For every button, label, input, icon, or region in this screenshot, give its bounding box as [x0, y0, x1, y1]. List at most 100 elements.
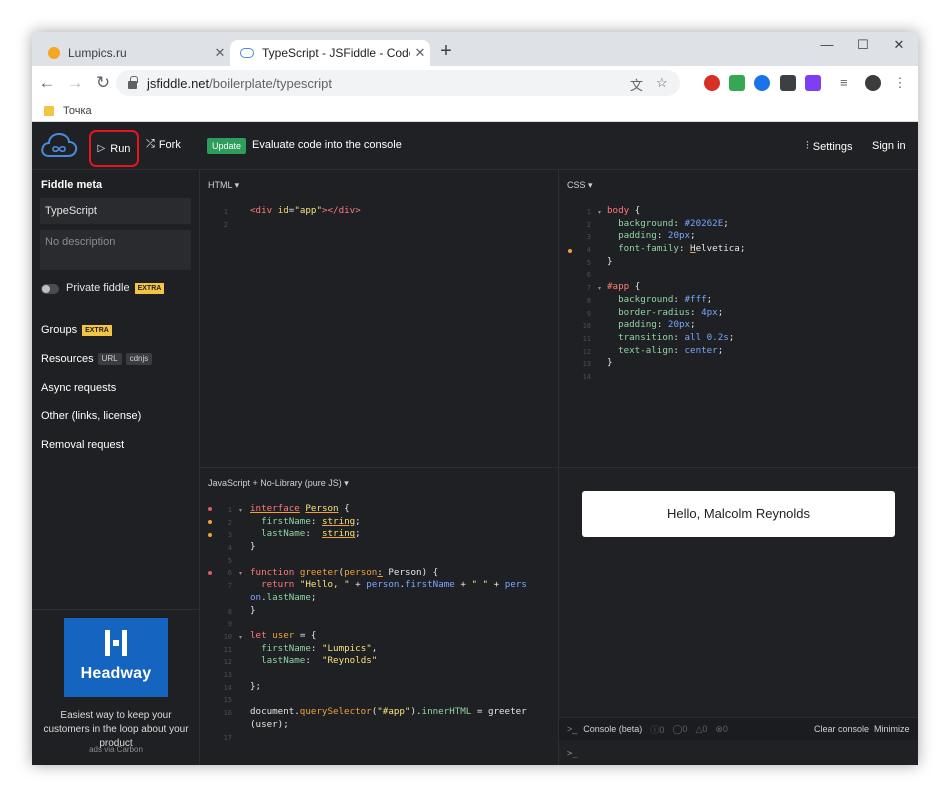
console-input[interactable]: >_ — [567, 749, 578, 759]
opera-extension-icon[interactable] — [704, 75, 720, 91]
sign-in-link[interactable]: Sign in — [872, 140, 906, 152]
run-label: Run — [110, 142, 131, 155]
line-number: 2 — [223, 221, 228, 229]
cube-extension-icon[interactable] — [780, 75, 796, 91]
line-number: 8 — [227, 608, 232, 616]
close-window-button[interactable]: ✕ — [881, 34, 917, 58]
close-icon[interactable]: ✕ — [210, 45, 230, 61]
css-panel-label[interactable]: CSS ▾ — [567, 180, 593, 191]
html-panel-label[interactable]: HTML ▾ — [208, 180, 239, 191]
line-number: 11 — [223, 646, 232, 654]
line-number: 3 — [227, 531, 232, 539]
lock-icon — [128, 76, 138, 89]
description-field[interactable]: No description — [40, 230, 191, 270]
result-panel: Hello, Malcolm Reynolds >_ Console (beta… — [559, 468, 918, 765]
back-button[interactable]: ← — [34, 70, 60, 96]
ad-via[interactable]: ads via Carbon — [32, 745, 200, 754]
minimize-console-button[interactable]: Minimize — [874, 724, 910, 734]
line-number: 12 — [582, 348, 591, 356]
error-icon — [208, 571, 212, 575]
sidebar-item-label: Resources — [41, 353, 94, 365]
fiddle-meta-title: Fiddle meta — [41, 179, 103, 191]
sidebar-item-async[interactable]: Async requests — [41, 382, 116, 394]
headway-logo-icon — [105, 630, 127, 656]
cdnjs-badge[interactable]: cdnjs — [125, 353, 153, 365]
js-panel-label[interactable]: JavaScript + No-Library (pure JS) ▾ — [208, 478, 349, 489]
forward-button[interactable]: → — [62, 70, 88, 96]
close-icon[interactable]: ✕ — [410, 45, 430, 61]
fold-icon[interactable]: ▾ — [598, 285, 601, 292]
media-control-icon[interactable]: ≡ — [840, 75, 856, 91]
minimize-button[interactable]: — — [809, 34, 845, 58]
sidebar-item-other[interactable]: Other (links, license) — [41, 410, 141, 422]
update-tag: Update — [207, 138, 247, 154]
url-badge[interactable]: URL — [97, 353, 122, 365]
line-number: 4 — [586, 246, 591, 254]
tab-jsfiddle[interactable]: TypeScript - JSFiddle - Code Playground … — [230, 40, 430, 66]
line-number: 1 — [586, 208, 591, 216]
fold-icon[interactable]: ▾ — [598, 209, 601, 216]
avatar[interactable] — [865, 75, 881, 91]
lumpics-favicon-icon — [48, 47, 60, 59]
js-panel[interactable]: JavaScript + No-Library (pure JS) ▾ 1 2 … — [200, 468, 559, 765]
star-icon[interactable]: ☆ — [656, 75, 668, 91]
translate-icon[interactable]: 文 — [630, 75, 643, 94]
sidebar-item-groups[interactable]: Groups EXTRA — [41, 324, 112, 336]
line-number: 5 — [227, 557, 232, 565]
run-button[interactable]: ▷ Run — [89, 130, 139, 167]
line-number: 14 — [582, 373, 591, 381]
bookmark-tochka[interactable]: Точка — [63, 105, 92, 117]
maximize-button[interactable]: ☐ — [845, 34, 881, 58]
ad-banner[interactable]: Headway — [64, 618, 168, 697]
css-code[interactable]: body { background: #20262E; padding: 20p… — [607, 205, 745, 370]
fold-icon[interactable]: ▾ — [239, 507, 242, 514]
tab-lumpics[interactable]: Lumpics.ru ✕ — [40, 40, 230, 66]
console-icon: >_ — [567, 724, 578, 734]
reload-button[interactable]: ↻ — [90, 70, 116, 96]
line-number: 10 — [223, 633, 232, 641]
line-number: 15 — [223, 696, 232, 704]
line-number: 8 — [586, 297, 591, 305]
check-extension-icon[interactable] — [729, 75, 745, 91]
html-panel[interactable]: HTML ▾ 1 2 <div id="app"></div> — [200, 170, 559, 468]
menu-icon[interactable]: ⋮ — [892, 75, 908, 91]
line-number: 2 — [227, 519, 232, 527]
warning-icon — [208, 520, 212, 524]
console-label[interactable]: Console (beta) — [583, 724, 642, 734]
new-tab-button[interactable]: + — [434, 40, 458, 64]
sliders-icon: ⫶ — [806, 140, 809, 152]
line-number: 14 — [223, 684, 232, 692]
settings-button[interactable]: ⫶ Settings — [806, 140, 853, 153]
js-code[interactable]: interface Person { firstName: string; la… — [250, 503, 527, 732]
purple-extension-icon[interactable] — [805, 75, 821, 91]
fork-button[interactable]: ⤮ Fork — [146, 138, 181, 151]
fiddle-name-field[interactable]: TypeScript — [40, 198, 191, 224]
html-code[interactable]: <div id="app"></div> — [250, 205, 361, 218]
private-toggle[interactable] — [41, 284, 59, 294]
url-host: jsfiddle.net — [147, 75, 210, 91]
line-number: 7 — [586, 284, 591, 292]
fork-label: Fork — [158, 138, 181, 151]
fold-icon[interactable]: ▾ — [239, 634, 242, 641]
error-icon — [208, 507, 212, 511]
result-output: Hello, Malcolm Reynolds — [582, 491, 895, 537]
sidebar: Fiddle meta TypeScript No description Pr… — [32, 170, 200, 765]
console-bar: >_ Console (beta) ⓘ0 ◯0 △0 ⊗0 Clear cons… — [559, 717, 918, 740]
globe-extension-icon[interactable] — [754, 75, 770, 91]
sidebar-item-resources[interactable]: Resources URL cdnjs — [41, 353, 153, 365]
address-bar[interactable]: jsfiddle.net /boilerplate/typescript 文 ☆ — [116, 70, 680, 96]
sidebar-item-label: Groups — [41, 324, 78, 336]
line-number: 2 — [586, 221, 591, 229]
clear-console-button[interactable]: Clear console — [814, 724, 869, 734]
ad-brand: Headway — [80, 665, 152, 682]
fold-icon[interactable]: ▾ — [239, 570, 242, 577]
line-number: 6 — [227, 569, 232, 577]
jsfiddle-logo-icon[interactable] — [40, 132, 78, 158]
tab-title: TypeScript - JSFiddle - Code Playground — [262, 46, 410, 60]
jsfiddle-header: ▷ Run ⤮ Fork Update Evaluate code into t… — [32, 122, 918, 170]
css-panel[interactable]: CSS ▾ 1 2 3 4 5 6 7 8 9 10 11 12 13 14 ▾… — [559, 170, 918, 468]
line-number: 12 — [223, 658, 232, 666]
line-number: 16 — [223, 709, 232, 717]
sidebar-item-removal[interactable]: Removal request — [41, 439, 124, 451]
line-number: 5 — [586, 259, 591, 267]
